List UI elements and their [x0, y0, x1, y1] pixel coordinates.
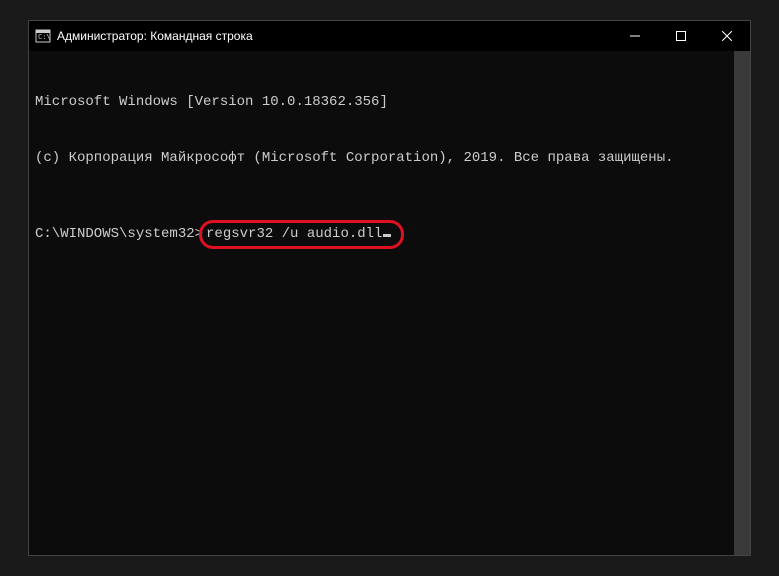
- window-controls: [612, 21, 750, 51]
- terminal-prompt-line: C:\WINDOWS\system32>regsvr32 /u audio.dl…: [35, 220, 728, 249]
- maximize-button[interactable]: [658, 21, 704, 51]
- vertical-scrollbar[interactable]: [734, 51, 750, 555]
- content-area: Microsoft Windows [Version 10.0.18362.35…: [29, 51, 750, 555]
- terminal-command: regsvr32 /u audio.dll: [206, 225, 382, 244]
- command-highlight: regsvr32 /u audio.dll: [199, 220, 404, 249]
- cmd-icon: C:\: [35, 28, 51, 44]
- scrollbar-thumb[interactable]: [734, 51, 750, 555]
- titlebar[interactable]: C:\ Администратор: Командная строка: [29, 21, 750, 51]
- close-button[interactable]: [704, 21, 750, 51]
- command-prompt-window: C:\ Администратор: Командная строка: [28, 20, 751, 556]
- terminal-line-version: Microsoft Windows [Version 10.0.18362.35…: [35, 93, 728, 112]
- minimize-button[interactable]: [612, 21, 658, 51]
- terminal-line-copyright: (c) Корпорация Майкрософт (Microsoft Cor…: [35, 149, 728, 168]
- svg-text:C:\: C:\: [38, 33, 51, 41]
- terminal-prompt: C:\WINDOWS\system32>: [35, 225, 203, 244]
- window-title: Администратор: Командная строка: [57, 29, 612, 43]
- terminal-cursor: [383, 234, 391, 237]
- terminal-output[interactable]: Microsoft Windows [Version 10.0.18362.35…: [29, 51, 734, 555]
